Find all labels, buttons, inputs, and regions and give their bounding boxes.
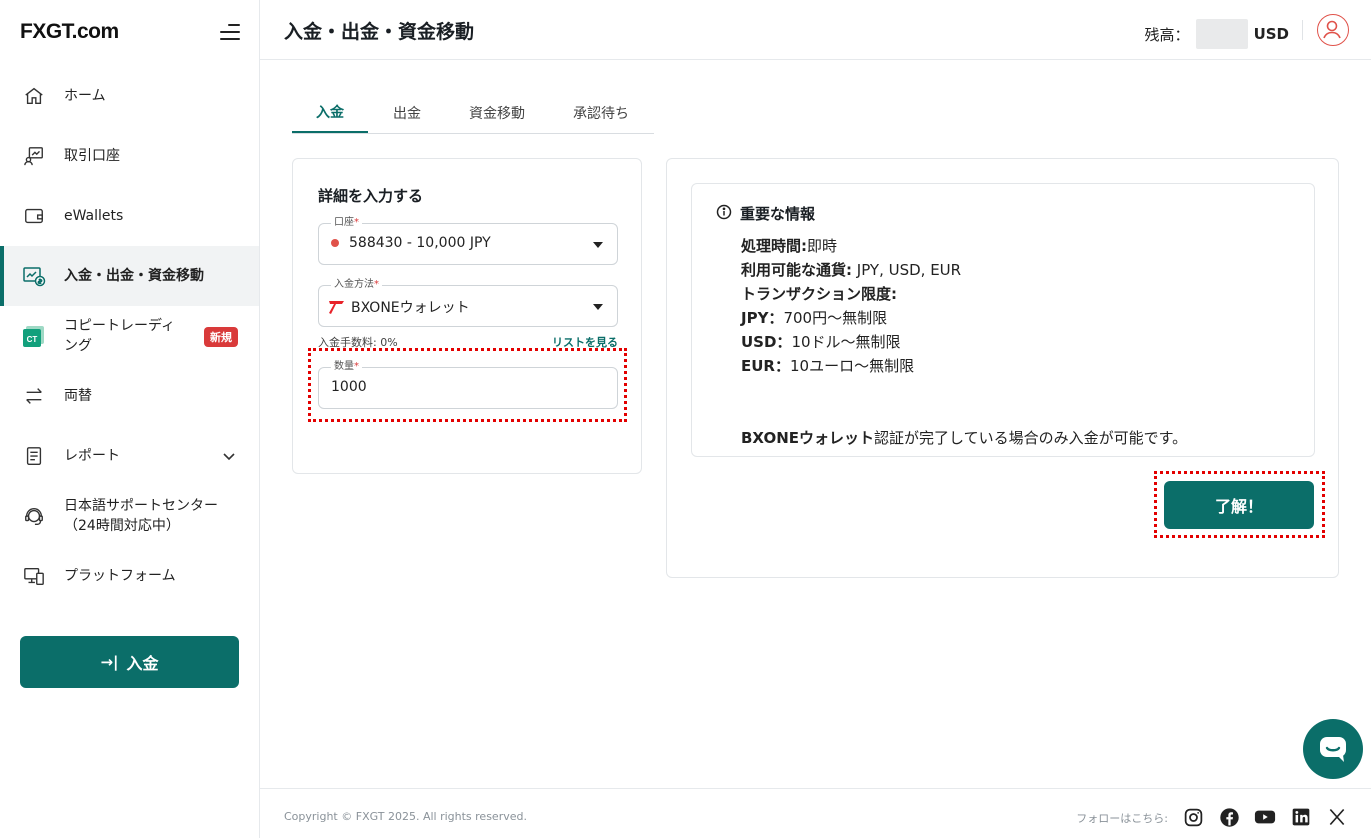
- sidebar-item-platform[interactable]: プラットフォーム: [0, 546, 259, 606]
- sidebar-item-funds[interactable]: 入金・出金・資金移動: [0, 246, 259, 306]
- sidebar-item-label: レポート: [64, 448, 120, 464]
- account-select[interactable]: 口座* 588430 - 10,000 JPY: [318, 217, 618, 265]
- sidebar-item-label: 日本語サポートセンター （24時間対応中）: [64, 498, 218, 534]
- instagram-icon[interactable]: [1182, 806, 1204, 828]
- deposit-method-select[interactable]: 入金方法* BXONEウォレット: [318, 279, 618, 327]
- chevron-down-icon[interactable]: [221, 448, 237, 468]
- sidebar-item-copy-trading[interactable]: CT コピートレーディ ング 新規: [0, 306, 259, 366]
- chat-button[interactable]: [1303, 719, 1363, 779]
- usd-limit-line: USD：10ドル～無制限: [741, 333, 901, 351]
- account-status-dot: [331, 239, 339, 247]
- processing-time-line: 処理時間:即時: [741, 237, 838, 255]
- sidebar-item-support[interactable]: 日本語サポートセンター （24時間対応中）: [0, 486, 259, 546]
- method-label: 入金方法*: [331, 279, 382, 291]
- facebook-icon[interactable]: [1218, 806, 1240, 828]
- new-badge: 新規: [204, 327, 238, 347]
- balance-label: 残高：: [1144, 25, 1190, 44]
- funds-transfer-icon: [22, 264, 46, 288]
- top-header: 入金・出金・資金移動 残高： USD: [260, 0, 1371, 60]
- sidebar-item-label: コピートレーディ ング: [64, 318, 176, 354]
- info-icon: [716, 204, 732, 224]
- tab-pending[interactable]: 承認待ち: [548, 92, 654, 133]
- account-label: 口座*: [331, 217, 362, 229]
- menu-toggle-icon[interactable]: [218, 23, 240, 41]
- copy-trading-icon: CT: [22, 324, 46, 348]
- wallet-icon: [22, 204, 46, 228]
- exchange-icon: [22, 384, 46, 408]
- login-arrow-icon: →|: [100, 653, 119, 671]
- verification-note: BXONEウォレット認証が完了している場合のみ入金が可能です。: [741, 429, 1188, 447]
- sidebar-item-exchange[interactable]: 両替: [0, 366, 259, 426]
- tab-deposit[interactable]: 入金: [292, 92, 368, 133]
- balance-amount-masked: [1195, 19, 1248, 49]
- info-heading-text: 重要な情報: [740, 205, 816, 223]
- limits-heading: トランザクション限度:: [741, 285, 897, 303]
- sidebar-item-label: 両替: [64, 388, 92, 404]
- tab-withdrawal[interactable]: 出金: [368, 92, 446, 133]
- linkedin-icon[interactable]: [1290, 806, 1312, 828]
- sidebar-item-label: プラットフォーム: [64, 568, 176, 584]
- sidebar-nav: ホーム 取引口座 eWallets 入金・出金・資金移動 CT コピートレーディ…: [0, 66, 259, 606]
- deposit-button-label: 入金: [126, 654, 159, 673]
- account-value: 588430 - 10,000 JPY: [349, 235, 491, 251]
- follow-label: フォローはこちら:: [1076, 812, 1168, 825]
- user-avatar-icon[interactable]: [1317, 14, 1349, 46]
- report-icon: [22, 444, 46, 468]
- svg-text:CT: CT: [27, 335, 38, 344]
- info-heading: 重要な情報: [716, 203, 815, 224]
- sidebar-item-label: 入金・出金・資金移動: [64, 268, 204, 284]
- sidebar-item-trading-accounts[interactable]: 取引口座: [0, 126, 259, 186]
- chat-bubble-icon: [1320, 737, 1346, 762]
- eur-limit-line: EUR：10ユーロ～無制限: [741, 357, 915, 375]
- sidebar-item-label: eWallets: [64, 208, 124, 224]
- funds-tabs: 入金 出金 資金移動 承認待ち: [292, 92, 654, 134]
- bxone-logo-icon: [329, 301, 344, 314]
- trading-account-icon: [22, 144, 46, 168]
- fxgt-logo[interactable]: FXGT.com: [20, 20, 119, 44]
- info-body: 処理時間:即時 利用可能な通貨: JPY, USD, EUR トランザクション限…: [741, 234, 1301, 450]
- support-headset-icon: [22, 504, 46, 528]
- sidebar-deposit-button[interactable]: →| 入金: [20, 636, 239, 688]
- youtube-icon[interactable]: [1254, 806, 1276, 828]
- header-divider: [1302, 20, 1303, 40]
- method-value-wrap: BXONEウォレット: [327, 297, 470, 317]
- caret-down-icon: [593, 304, 603, 310]
- logo-row: FXGT.com: [20, 18, 240, 46]
- home-icon: [22, 84, 46, 108]
- copyright-text: Copyright © FXGT 2025. All rights reserv…: [284, 810, 527, 823]
- x-icon[interactable]: [1326, 806, 1348, 828]
- balance-display: 残高： USD: [1145, 19, 1289, 49]
- tab-transfer[interactable]: 資金移動: [446, 92, 548, 133]
- sidebar-item-label: 取引口座: [64, 148, 120, 164]
- sidebar-item-ewallets[interactable]: eWallets: [0, 186, 259, 246]
- sidebar-item-report[interactable]: レポート: [0, 426, 259, 486]
- platform-icon: [22, 564, 46, 588]
- currencies-line: 利用可能な通貨: JPY, USD, EUR: [741, 261, 962, 279]
- account-value-wrap: 588430 - 10,000 JPY: [331, 235, 491, 251]
- highlight-amount-box: [308, 348, 627, 422]
- footer: Copyright © FXGT 2025. All rights reserv…: [260, 788, 1371, 838]
- form-title: 詳細を入力する: [318, 187, 424, 205]
- jpy-limit-line: JPY：700円～無制限: [741, 309, 888, 327]
- balance-currency: USD: [1253, 25, 1289, 43]
- caret-down-icon: [593, 242, 603, 248]
- highlight-ok-box: [1154, 471, 1325, 538]
- deposit-form-card: 詳細を入力する 口座* 588430 - 10,000 JPY 入金方法* BX…: [292, 158, 642, 474]
- sidebar: FXGT.com ホーム 取引口座 eWallets 入金・出金・資金移動 CT…: [0, 0, 260, 838]
- sidebar-item-home[interactable]: ホーム: [0, 66, 259, 126]
- sidebar-item-label: ホーム: [64, 88, 106, 104]
- important-info-box: 重要な情報 処理時間:即時 利用可能な通貨: JPY, USD, EUR トラン…: [691, 183, 1315, 457]
- method-value: BXONEウォレット: [351, 300, 470, 316]
- page-title: 入金・出金・資金移動: [284, 21, 475, 43]
